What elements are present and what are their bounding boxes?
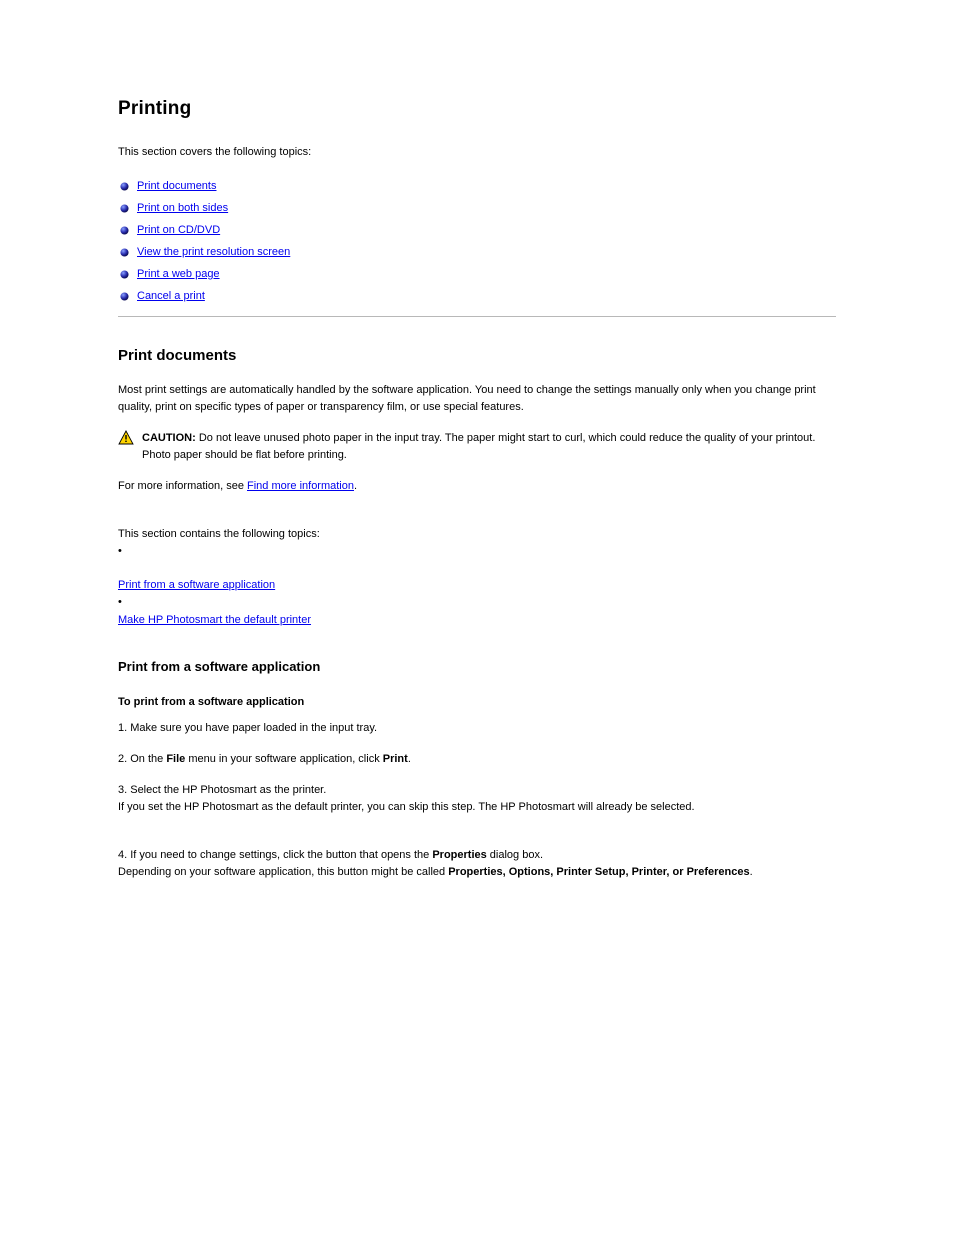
bold-text: Print <box>383 753 408 765</box>
subsection-heading: Print from a software application <box>118 659 836 674</box>
bullet-icon <box>120 182 129 191</box>
step-text: 4. If you need to change settings, click… <box>118 830 836 881</box>
intro-text: This section covers the following topics… <box>118 146 836 158</box>
text-fragment: . <box>408 753 411 765</box>
toc-item: Print on both sides <box>120 202 836 214</box>
link-make-default-printer[interactable]: Make HP Photosmart the default printer <box>118 614 311 626</box>
text-fragment: . <box>750 866 753 878</box>
text-fragment: menu in your software application, click <box>185 753 382 765</box>
toc-item: View the print resolution screen <box>120 246 836 258</box>
bold-text: Properties <box>432 849 486 861</box>
toc-link-cancel-print[interactable]: Cancel a print <box>137 290 205 302</box>
caution-icon <box>118 430 134 446</box>
section-heading-print-documents: Print documents <box>118 347 836 364</box>
step-text: 2. On the File menu in your software app… <box>118 751 836 768</box>
bullet-icon <box>120 292 129 301</box>
bold-text: File <box>166 753 185 765</box>
bullet-icon <box>120 270 129 279</box>
bullet-icon <box>120 248 129 257</box>
toc-item: Cancel a print <box>120 290 836 302</box>
link-print-from-app[interactable]: Print from a software application <box>118 579 275 591</box>
toc-item: Print a web page <box>120 268 836 280</box>
text-fragment: This section contains the following topi… <box>118 528 320 557</box>
section-divider <box>118 316 836 317</box>
step-text: 1. Make sure you have paper loaded in th… <box>118 720 836 737</box>
text-fragment: 4. If you need to change settings, click… <box>118 849 432 861</box>
body-paragraph: Most print settings are automatically ha… <box>118 382 836 416</box>
toc-list: Print documents Print on both sides Prin… <box>120 180 836 302</box>
page-title: Printing <box>118 98 836 120</box>
caution-block: CAUTION: Do not leave unused photo paper… <box>118 430 836 464</box>
toc-link-print-both-sides[interactable]: Print on both sides <box>137 202 228 214</box>
bold-text: Properties, Options, Printer Setup, Prin… <box>448 866 749 878</box>
text-fragment: . <box>354 480 357 492</box>
toc-link-view-resolution[interactable]: View the print resolution screen <box>137 246 290 258</box>
body-paragraph: For more information, see Find more info… <box>118 478 836 495</box>
toc-item: Print documents <box>120 180 836 192</box>
caution-body: Do not leave unused photo paper in the i… <box>142 432 815 461</box>
text-fragment: 2. On the <box>118 753 166 765</box>
bullet-icon <box>120 226 129 235</box>
body-paragraph: This section contains the following topi… <box>118 509 836 628</box>
procedure-heading: To print from a software application <box>118 696 836 708</box>
link-find-more-info[interactable]: Find more information <box>247 480 354 492</box>
toc-item: Print on CD/DVD <box>120 224 836 236</box>
caution-label: CAUTION: <box>142 432 196 444</box>
toc-link-print-cd-dvd[interactable]: Print on CD/DVD <box>137 224 220 236</box>
bullet-icon <box>120 204 129 213</box>
text-fragment: For more information, see <box>118 480 247 492</box>
toc-link-print-documents[interactable]: Print documents <box>137 180 216 192</box>
step-text: 3. Select the HP Photosmart as the print… <box>118 782 836 816</box>
text-fragment: • <box>118 596 122 608</box>
caution-text: CAUTION: Do not leave unused photo paper… <box>142 430 836 464</box>
toc-link-print-web-page[interactable]: Print a web page <box>137 268 220 280</box>
